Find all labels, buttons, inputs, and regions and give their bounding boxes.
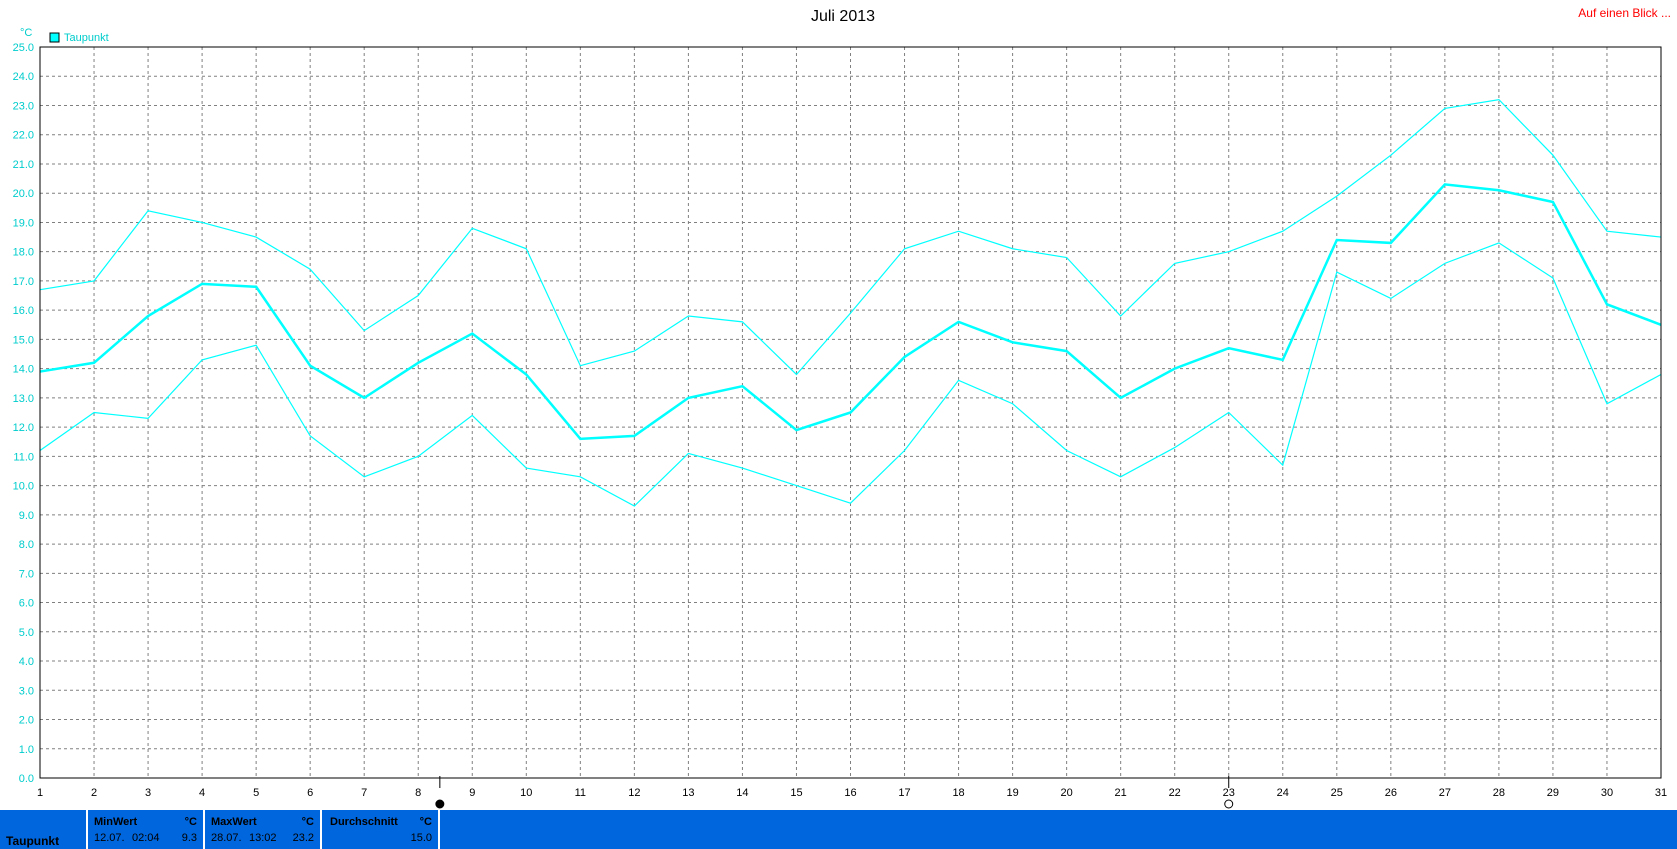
- avg-value: 15.0: [410, 832, 432, 844]
- y-tick-label: 12.0: [13, 422, 34, 434]
- legend-swatch: [49, 32, 60, 43]
- y-tick-label: 1.0: [19, 744, 34, 756]
- tick-labels: 0.01.02.03.04.05.06.07.08.09.010.011.012…: [13, 42, 1668, 799]
- x-tick-label: 7: [361, 787, 367, 799]
- min-value: 9.3: [181, 832, 197, 844]
- x-tick-label: 21: [1115, 787, 1127, 799]
- x-tick-label: 16: [844, 787, 856, 799]
- y-tick-label: 9.0: [19, 510, 34, 522]
- moon-markers: [435, 776, 1234, 809]
- y-tick-label: 21.0: [13, 159, 34, 171]
- stats-max-cell: MaxWert °C 28.07. 13:02 23.2: [205, 810, 322, 849]
- min-unit: °C: [184, 816, 197, 828]
- overview-link[interactable]: Auf einen Blick ...: [1578, 6, 1671, 20]
- x-tick-label: 25: [1331, 787, 1343, 799]
- y-tick-label: 18.0: [13, 247, 34, 259]
- x-tick-label: 3: [145, 787, 151, 799]
- min-date: 12.07.: [94, 832, 125, 844]
- min-time: 02:04: [132, 832, 160, 844]
- x-tick-label: 12: [628, 787, 640, 799]
- x-tick-label: 8: [415, 787, 421, 799]
- dewpoint-chart: 0.01.02.03.04.05.06.07.08.09.010.011.012…: [13, 8, 1668, 809]
- y-tick-label: 20.0: [13, 188, 34, 200]
- legend-label: Taupunkt: [64, 32, 109, 44]
- y-tick-label: 4.0: [19, 656, 34, 668]
- max-date: 28.07.: [211, 832, 242, 844]
- max-unit: °C: [301, 816, 314, 828]
- x-tick-label: 9: [469, 787, 475, 799]
- x-tick-label: 20: [1061, 787, 1073, 799]
- x-tick-label: 19: [1006, 787, 1018, 799]
- y-tick-label: 11.0: [13, 451, 34, 463]
- y-axis-unit: °C: [20, 27, 32, 39]
- y-tick-label: 6.0: [19, 598, 34, 610]
- y-tick-label: 16.0: [13, 305, 34, 317]
- stats-min-cell: MinWert °C 12.07. 02:04 9.3: [88, 810, 205, 849]
- y-tick-label: 22.0: [13, 130, 34, 142]
- max-time: 13:02: [249, 832, 277, 844]
- x-tick-label: 30: [1601, 787, 1613, 799]
- x-tick-label: 22: [1169, 787, 1181, 799]
- y-tick-label: 17.0: [13, 276, 34, 288]
- x-tick-label: 24: [1277, 787, 1289, 799]
- y-tick-label: 23.0: [13, 100, 34, 112]
- chart-title: Juli 2013: [811, 8, 875, 25]
- max-value: 23.2: [292, 832, 314, 844]
- y-tick-label: 0.0: [19, 773, 34, 785]
- max-label: MaxWert: [211, 816, 257, 828]
- x-tick-label: 18: [952, 787, 964, 799]
- x-tick-label: 29: [1547, 787, 1559, 799]
- x-tick-label: 26: [1385, 787, 1397, 799]
- x-tick-label: 1: [37, 787, 43, 799]
- x-tick-label: 14: [736, 787, 748, 799]
- y-tick-label: 19.0: [13, 217, 34, 229]
- y-tick-label: 10.0: [13, 481, 34, 493]
- y-tick-label: 13.0: [13, 393, 34, 405]
- x-tick-label: 4: [199, 787, 205, 799]
- x-tick-label: 6: [307, 787, 313, 799]
- y-tick-label: 8.0: [19, 539, 34, 551]
- x-tick-label: 27: [1439, 787, 1451, 799]
- y-tick-label: 2.0: [19, 715, 34, 727]
- y-tick-label: 15.0: [13, 334, 34, 346]
- stats-avg-cell: Durchschnitt °C 15.0: [322, 810, 440, 849]
- y-tick-label: 25.0: [13, 42, 34, 54]
- y-tick-label: 7.0: [19, 568, 34, 580]
- x-tick-label: 2: [91, 787, 97, 799]
- avg-label: Durchschnitt: [330, 816, 398, 828]
- full-moon-icon: [435, 799, 445, 809]
- y-tick-label: 5.0: [19, 627, 34, 639]
- x-tick-label: 28: [1493, 787, 1505, 799]
- y-tick-label: 14.0: [13, 364, 34, 376]
- stats-series-name: Taupunkt: [6, 834, 60, 848]
- y-tick-label: 24.0: [13, 71, 34, 83]
- y-tick-label: 3.0: [19, 685, 34, 697]
- stats-bar: Taupunkt MinWert °C 12.07. 02:04 9.3 Max…: [0, 810, 1677, 849]
- stats-series-cell: Taupunkt: [0, 810, 88, 849]
- avg-unit: °C: [419, 816, 432, 828]
- series-line-max: [39, 98, 1662, 376]
- x-tick-label: 11: [575, 787, 586, 799]
- x-tick-label: 15: [790, 787, 802, 799]
- min-label: MinWert: [94, 816, 138, 828]
- x-tick-label: 17: [898, 787, 910, 799]
- x-tick-label: 31: [1655, 787, 1667, 799]
- x-tick-label: 13: [682, 787, 694, 799]
- x-tick-label: 10: [520, 787, 532, 799]
- x-tick-label: 5: [253, 787, 259, 799]
- x-tick-label: 23: [1223, 787, 1235, 799]
- new-moon-icon: [1224, 799, 1234, 809]
